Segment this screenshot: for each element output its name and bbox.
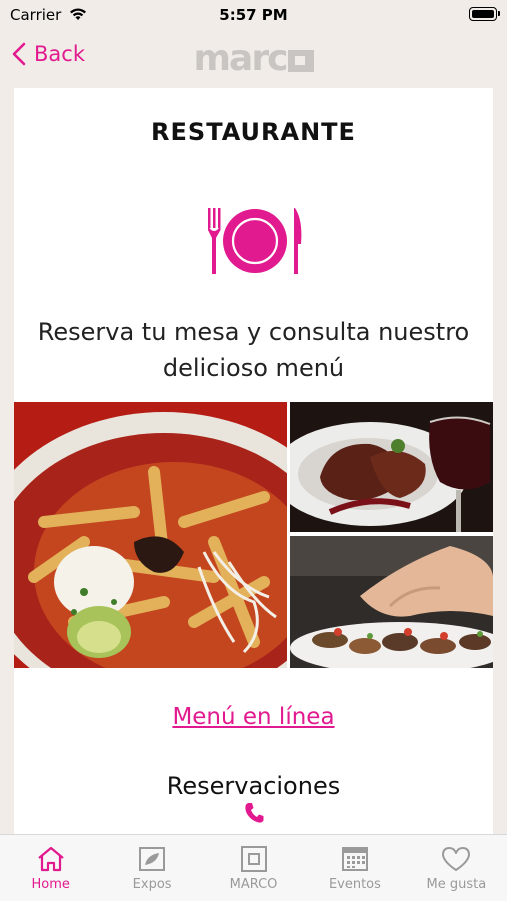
soup-photo [14,402,287,668]
tab-label: Eventos [328,877,381,892]
marco-logo: marc [178,38,330,79]
subtitle-line-2: delicioso menú [162,354,345,382]
back-button[interactable]: Back [12,42,85,66]
tab-me-gusta[interactable]: Me gusta [406,835,507,901]
tab-eventos[interactable]: Eventos [304,835,405,901]
status-bar: Carrier 5:57 PM [0,0,507,32]
tab-label: MARCO [229,877,278,892]
calendar-icon [341,847,368,871]
plate-fork-knife-icon [208,208,302,274]
subtitle: Reserva tu mesa y consulta nuestro delic… [14,314,493,386]
chevron-left-icon [12,42,26,66]
tab-marco[interactable]: MARCO [203,835,304,901]
restaurant-card: RESTAURANTE Reserva tu mesa y consulta n… [14,88,493,834]
heart-icon [442,847,471,871]
clock: 5:57 PM [219,6,288,24]
navigation-bar: Back marc [0,32,507,84]
back-label: Back [34,42,85,66]
subtitle-line-1: Reserva tu mesa y consulta nuestro [37,318,470,346]
plating-photo [290,536,493,668]
marco-square-icon [240,846,267,872]
battery-icon [469,7,500,21]
tab-home[interactable]: Home [0,835,101,901]
tab-label: Expos [132,877,172,892]
home-icon [37,846,64,872]
page-title: RESTAURANTE [151,118,356,146]
tab-expos[interactable]: Expos [101,835,202,901]
tab-bar: Home Expos MARCO Eventos Me gusta [0,834,507,901]
tab-label: Home [31,877,70,892]
reservations-heading: Reservaciones [166,772,341,800]
phone-icon[interactable] [244,802,264,824]
tab-label: Me gusta [426,877,487,892]
steak-wine-photo [290,402,493,532]
online-menu-link[interactable]: Menú en línea [14,704,493,730]
expos-icon [139,847,166,871]
